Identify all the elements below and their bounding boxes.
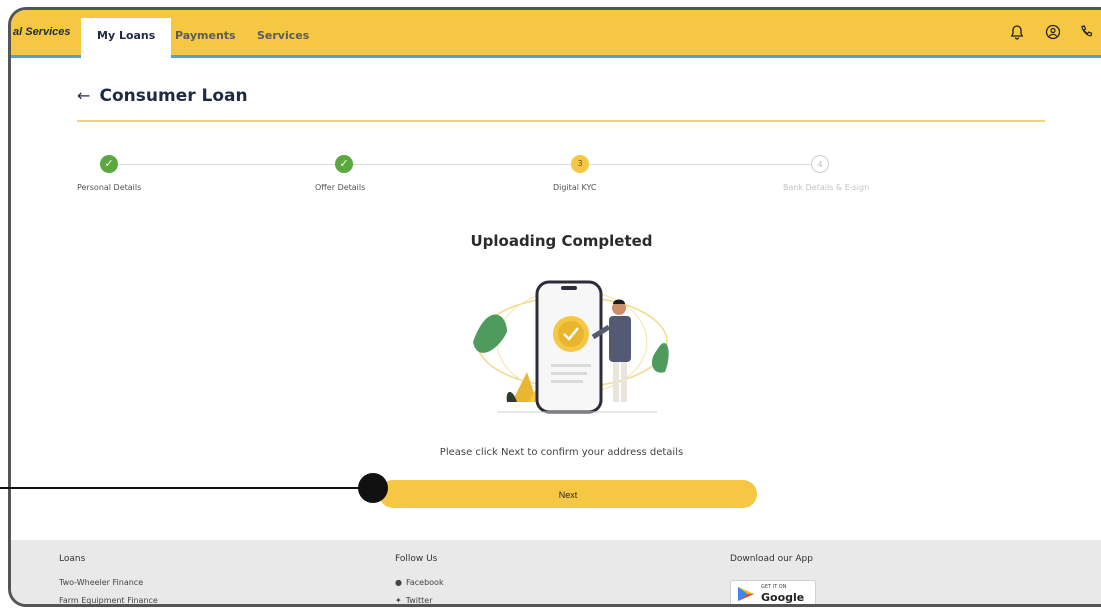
stepper-track bbox=[109, 164, 829, 165]
title-divider bbox=[77, 120, 1045, 122]
phone-icon[interactable] bbox=[1077, 24, 1097, 44]
annotation-pointer-dot bbox=[358, 473, 388, 503]
upload-completed-heading: Uploading Completed bbox=[470, 232, 653, 250]
top-navbar: al Services My Loans Payments Services bbox=[11, 10, 1101, 58]
step-4-number: 4 bbox=[811, 155, 829, 173]
confirm-address-text: Please click Next to confirm your addres… bbox=[439, 447, 684, 458]
step-4-label: Bank Details & E-sign bbox=[783, 183, 870, 192]
tab-payments[interactable]: Payments bbox=[159, 18, 252, 58]
next-button[interactable]: Next bbox=[379, 480, 757, 508]
tab-my-loans[interactable]: My Loans bbox=[81, 18, 172, 58]
footer-link-two-wheeler[interactable]: Two-Wheeler Finance bbox=[59, 578, 158, 587]
back-arrow-icon[interactable]: ← bbox=[77, 86, 90, 105]
footer-app-heading: Download our App bbox=[730, 554, 813, 564]
facebook-icon: ● bbox=[395, 578, 402, 587]
footer-follow-heading: Follow Us bbox=[395, 554, 438, 564]
user-account-icon[interactable] bbox=[1043, 24, 1063, 44]
twitter-label: Twitter bbox=[405, 596, 433, 605]
google-play-text: Google Play bbox=[761, 591, 805, 604]
footer-link-twitter[interactable]: ✦ Twitter bbox=[395, 596, 444, 605]
upload-success-illustration bbox=[467, 272, 675, 422]
footer-follow-column: Follow Us ● Facebook ✦ Twitter bbox=[395, 554, 444, 605]
brand-name: al Services bbox=[13, 26, 71, 38]
tab-services[interactable]: Services bbox=[241, 18, 325, 58]
device-frame: al Services My Loans Payments Services ←… bbox=[8, 7, 1101, 607]
google-play-icon bbox=[738, 587, 754, 601]
footer-app-column: Download our App bbox=[730, 554, 813, 578]
step-1-check-icon: ✓ bbox=[100, 155, 118, 173]
footer-loans-column: Loans Two-Wheeler Finance Farm Equipment… bbox=[59, 554, 158, 604]
footer-loans-heading: Loans bbox=[59, 554, 86, 564]
step-2-check-icon: ✓ bbox=[335, 155, 353, 173]
footer-link-farm-equipment[interactable]: Farm Equipment Finance bbox=[59, 596, 158, 604]
page-header: ← Consumer Loan bbox=[77, 86, 248, 106]
facebook-label: Facebook bbox=[405, 578, 444, 587]
google-play-badge[interactable]: GET IT ON Google Play bbox=[730, 580, 816, 604]
step-2-label: Offer Details bbox=[315, 183, 366, 192]
bell-icon[interactable] bbox=[1007, 24, 1027, 44]
step-3-label: Digital KYC bbox=[553, 183, 597, 192]
footer: Loans Two-Wheeler Finance Farm Equipment… bbox=[11, 540, 1101, 605]
step-1-label: Personal Details bbox=[77, 183, 142, 192]
page-title: Consumer Loan bbox=[99, 86, 248, 106]
footer-link-facebook[interactable]: ● Facebook bbox=[395, 578, 444, 587]
google-play-small-text: GET IT ON bbox=[761, 584, 787, 590]
step-3-number: 3 bbox=[571, 155, 589, 173]
annotation-pointer-line bbox=[0, 487, 366, 489]
twitter-icon: ✦ bbox=[395, 596, 402, 605]
